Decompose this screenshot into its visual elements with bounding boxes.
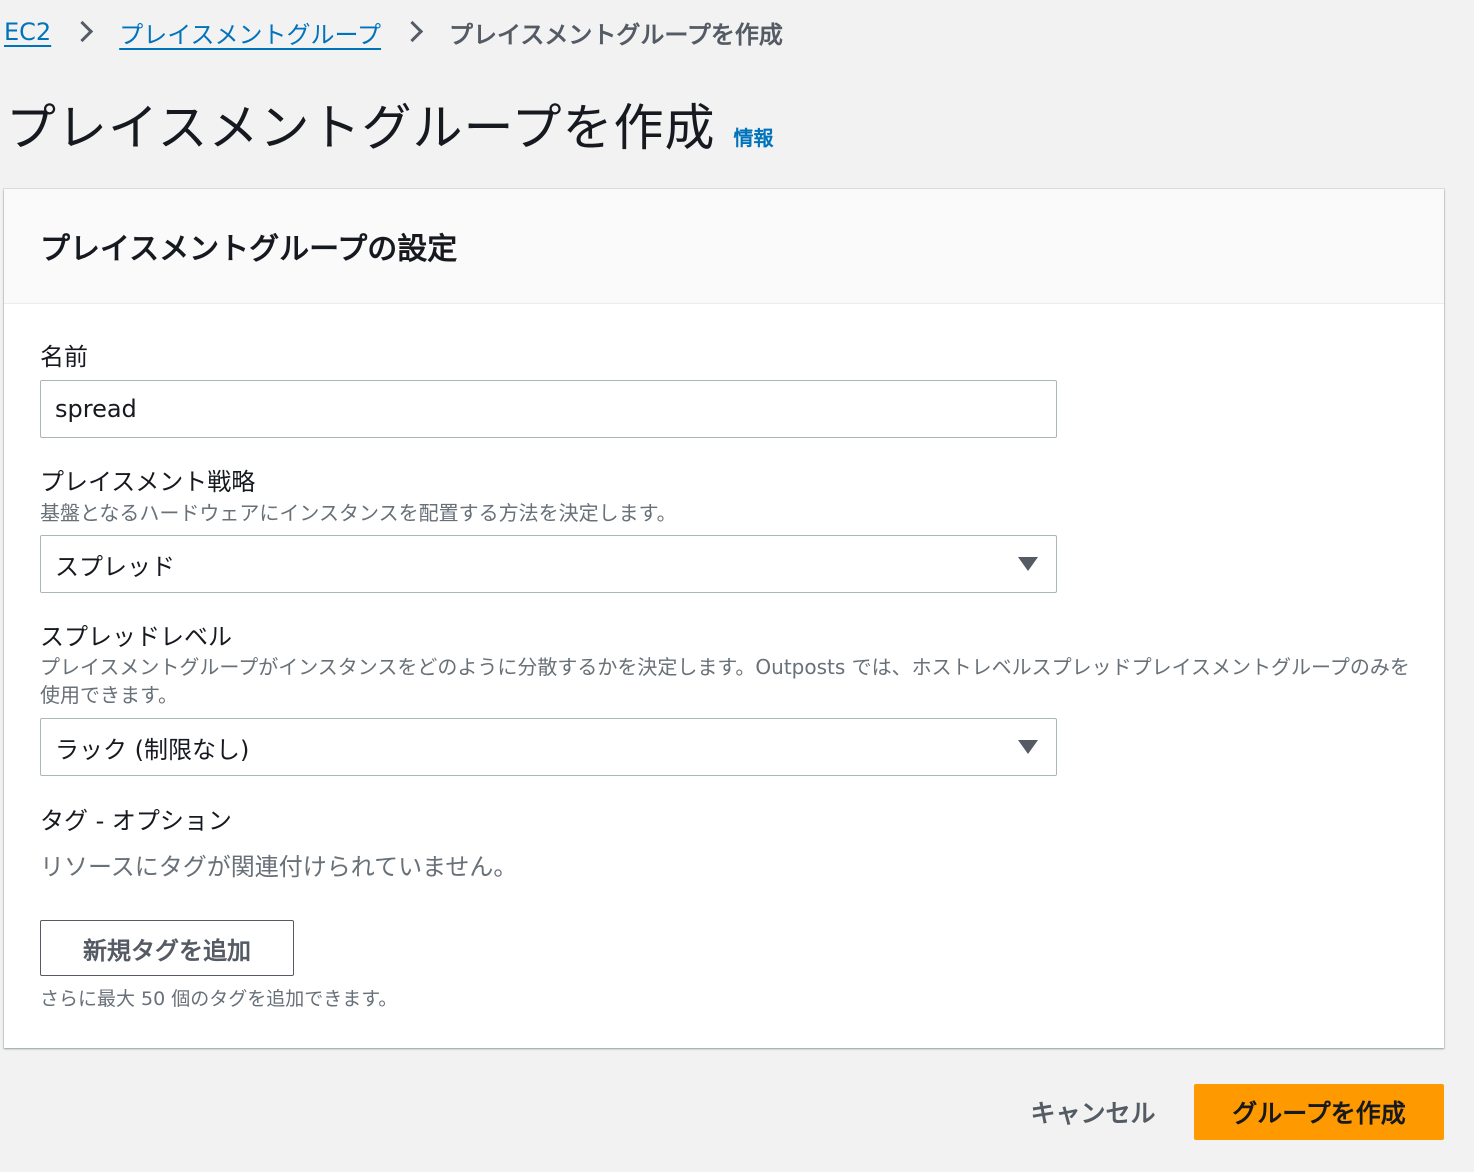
spread-level-description: プレイスメントグループがインスタンスをどのように分散するかを決定します。Outp…	[40, 655, 1410, 707]
breadcrumb-current: プレイスメントグループを作成	[449, 20, 783, 49]
panel-header: プレイスメントグループの設定	[4, 189, 1444, 304]
spread-level-select[interactable]: ラック (制限なし)	[40, 718, 1057, 776]
strategy-selected-value: スプレッド	[55, 552, 175, 581]
spread-level-selected-value: ラック (制限なし)	[55, 735, 250, 764]
spread-level-label: スプレッドレベル	[40, 623, 232, 651]
chevron-right-icon	[401, 18, 429, 46]
breadcrumb-ec2-link[interactable]: EC2	[4, 18, 51, 46]
strategy-select[interactable]: スプレッド	[40, 535, 1057, 593]
panel-title: プレイスメントグループの設定	[40, 232, 458, 267]
breadcrumb: EC2 プレイスメントグループ プレイスメントグループを作成	[4, 14, 783, 50]
placement-group-settings-panel: プレイスメントグループの設定 名前 spread プレイスメント戦略 基盤となる…	[4, 189, 1444, 1048]
breadcrumb-placement-groups-link[interactable]: プレイスメントグループ	[119, 15, 381, 50]
page-header: プレイスメントグループを作成 情報	[6, 88, 774, 160]
name-input[interactable]: spread	[40, 380, 1057, 438]
page: EC2 プレイスメントグループ プレイスメントグループを作成 プレイスメントグル…	[0, 0, 1474, 1172]
name-label: 名前	[40, 343, 88, 371]
page-title: プレイスメントグループを作成	[6, 99, 716, 157]
add-tag-button[interactable]: 新規タグを追加	[40, 920, 294, 976]
strategy-description: 基盤となるハードウェアにインスタンスを配置する方法を決定します。	[40, 501, 677, 525]
strategy-label: プレイスメント戦略	[40, 468, 256, 496]
tags-hint: さらに最大 50 個のタグを追加できます。	[40, 988, 398, 1010]
tags-label: タグ - オプション	[40, 807, 232, 835]
caret-down-icon	[1018, 740, 1038, 754]
cancel-button[interactable]: キャンセル	[1010, 1084, 1176, 1140]
create-group-button[interactable]: グループを作成	[1194, 1084, 1444, 1140]
info-link[interactable]: 情報	[734, 122, 774, 151]
tags-empty-text: リソースにタグが関連付けられていません。	[40, 853, 518, 881]
caret-down-icon	[1018, 557, 1038, 571]
chevron-right-icon	[71, 18, 99, 46]
